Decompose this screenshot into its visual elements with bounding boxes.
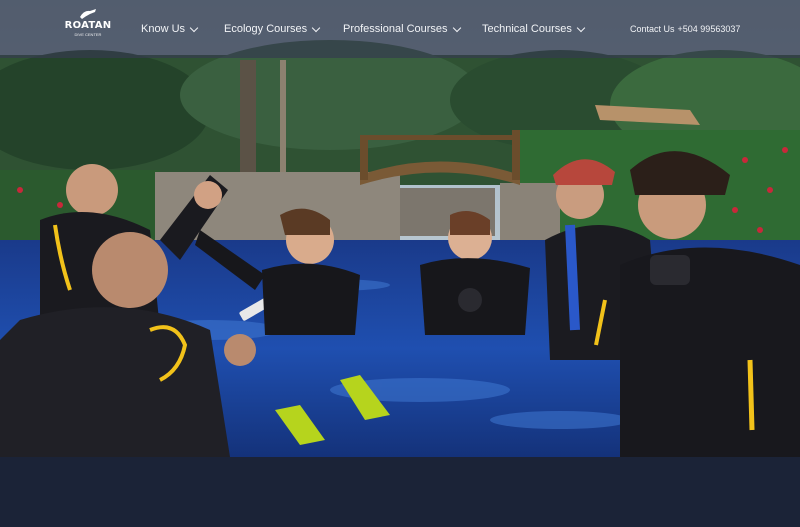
chevron-down-icon xyxy=(189,23,199,32)
nav-technical-courses[interactable]: Technical Courses xyxy=(482,0,586,58)
nav-ecology-courses[interactable]: Ecology Courses xyxy=(224,0,321,58)
site-logo[interactable]: ROATAN DIVE CENTER xyxy=(64,6,112,48)
top-navbar: ROATAN DIVE CENTER Know Us Ecology Cours… xyxy=(0,0,800,58)
chevron-down-icon xyxy=(311,23,321,32)
chevron-down-icon xyxy=(452,23,461,32)
nav-ecology-courses-label: Ecology Courses xyxy=(224,23,308,35)
contact-link[interactable]: Contact Us +504 99563037 xyxy=(630,0,740,58)
nav-professional-courses[interactable]: Professional Courses xyxy=(343,0,461,58)
nav-know-us-label: Know Us xyxy=(141,23,186,35)
nav-know-us[interactable]: Know Us xyxy=(141,0,199,58)
logo-subtext: DIVE CENTER xyxy=(74,32,102,37)
chevron-down-icon xyxy=(576,23,586,32)
contact-label: Contact Us xyxy=(630,24,675,34)
hero-image xyxy=(0,0,800,457)
contact-phone: +504 99563037 xyxy=(677,24,741,34)
diver-logo-icon xyxy=(80,9,96,19)
nav-professional-courses-label: Professional Courses xyxy=(343,23,448,35)
hero-photo xyxy=(0,0,800,457)
page-footer-band xyxy=(0,457,800,527)
nav-technical-courses-label: Technical Courses xyxy=(482,23,572,35)
logo-wordmark: ROATAN xyxy=(64,20,112,31)
